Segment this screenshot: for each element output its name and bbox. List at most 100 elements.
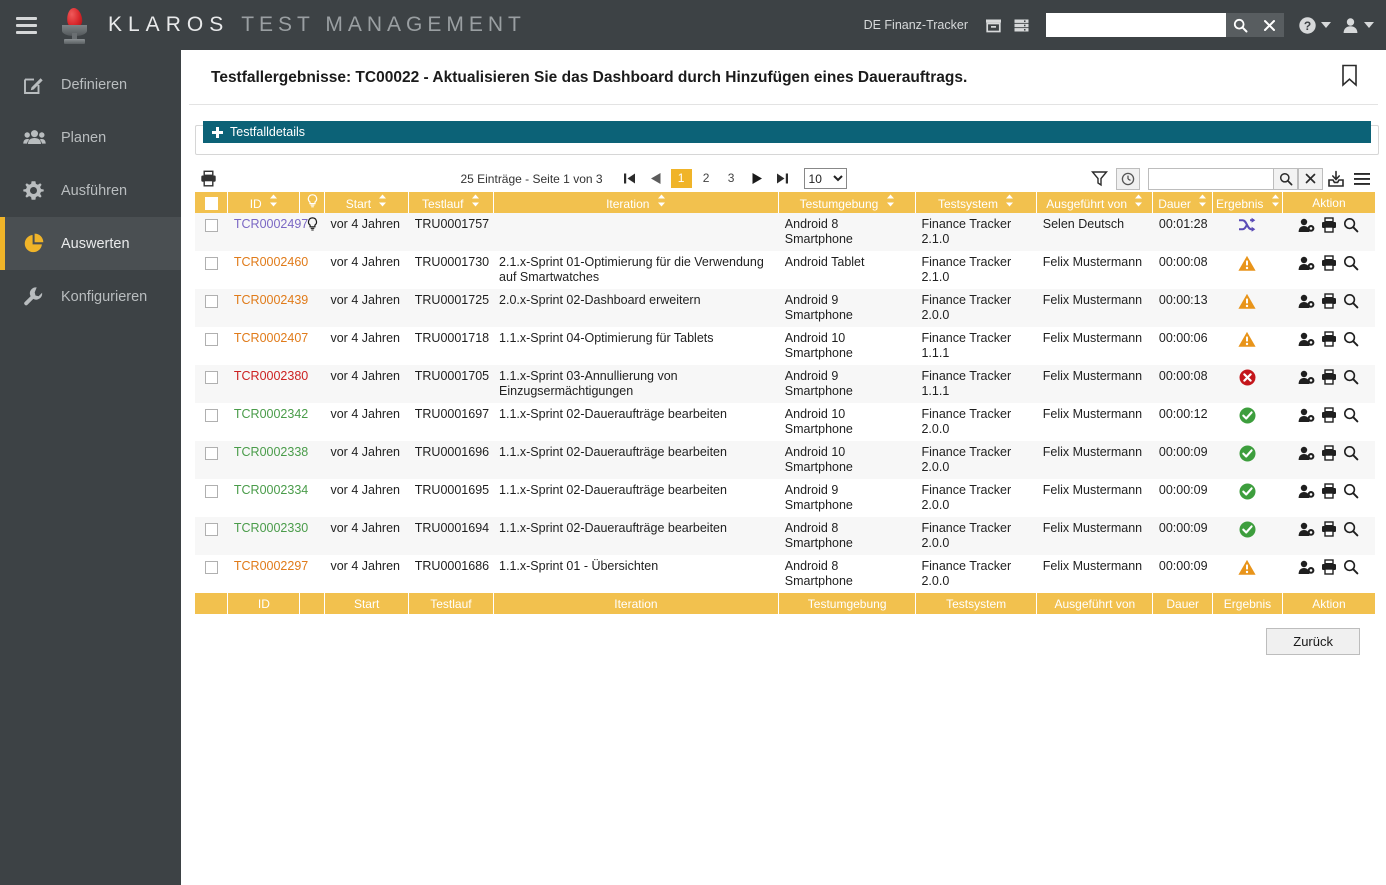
bookmark-icon[interactable] bbox=[1341, 64, 1358, 92]
funnel-icon[interactable] bbox=[1086, 168, 1112, 190]
clock-icon[interactable] bbox=[1116, 167, 1140, 190]
cell-testsystem[interactable]: Finance Tracker 2.0.0 bbox=[915, 289, 1036, 327]
cell-testlauf[interactable]: TRU0001725 bbox=[409, 289, 493, 327]
cell-ausgefuehrt-von[interactable]: Felix Mustermann bbox=[1037, 479, 1153, 517]
page-button-3[interactable]: 3 bbox=[721, 169, 742, 188]
testcase-result-id-link[interactable]: TCR0002297 bbox=[234, 559, 308, 573]
cell-iteration[interactable]: 2.0.x-Sprint 02-Dashboard erweitern bbox=[493, 289, 779, 327]
page-button-2[interactable]: 2 bbox=[696, 169, 717, 188]
cell-testlauf[interactable]: TRU0001686 bbox=[409, 555, 493, 593]
magnifier-icon[interactable] bbox=[1343, 369, 1359, 389]
cell-id[interactable]: TCR0002497 bbox=[228, 213, 308, 251]
user-gear-icon[interactable] bbox=[1298, 294, 1315, 313]
testcase-result-id-link[interactable]: TCR0002342 bbox=[234, 407, 308, 421]
row-select-cell[interactable] bbox=[195, 365, 228, 403]
print-icon[interactable] bbox=[1321, 521, 1337, 541]
testcase-result-id-link[interactable]: TCR0002338 bbox=[234, 445, 308, 459]
print-icon[interactable] bbox=[1321, 483, 1337, 503]
cell-testumgebung[interactable]: Android 8 Smartphone bbox=[779, 213, 916, 251]
header-ausgefuehrt-von[interactable]: Ausgeführt von bbox=[1036, 192, 1154, 213]
print-icon[interactable] bbox=[1321, 293, 1337, 313]
hamburger-menu-icon[interactable] bbox=[0, 0, 52, 50]
header-select-all[interactable] bbox=[195, 192, 229, 213]
user-gear-icon[interactable] bbox=[1298, 218, 1315, 237]
cell-ausgefuehrt-von[interactable]: Felix Mustermann bbox=[1037, 327, 1153, 365]
cell-testumgebung[interactable]: Android 10 Smartphone bbox=[779, 403, 916, 441]
sidebar-item-definieren[interactable]: Definieren bbox=[0, 58, 181, 111]
row-checkbox[interactable] bbox=[204, 523, 218, 536]
row-checkbox[interactable] bbox=[204, 333, 218, 346]
cell-testsystem[interactable]: Finance Tracker 2.0.0 bbox=[915, 479, 1036, 517]
table-row[interactable]: TCR0002330 vor 4 Jahren TRU0001694 1.1.x-Sp… bbox=[195, 517, 1375, 555]
print-icon[interactable] bbox=[1321, 255, 1337, 275]
cell-testlauf[interactable]: TRU0001694 bbox=[409, 517, 493, 555]
cell-ausgefuehrt-von[interactable]: Felix Mustermann bbox=[1037, 289, 1153, 327]
print-icon[interactable] bbox=[1321, 331, 1337, 351]
magnifier-icon[interactable] bbox=[1343, 483, 1359, 503]
cell-iteration[interactable]: 2.1.x-Sprint 01-Optimierung für die Verw… bbox=[493, 251, 779, 289]
print-icon[interactable] bbox=[1321, 445, 1337, 465]
cell-testsystem[interactable]: Finance Tracker 1.1.1 bbox=[915, 365, 1036, 403]
table-row[interactable]: TCR0002338 vor 4 Jahren TRU0001696 1.1.x-Sp… bbox=[195, 441, 1375, 479]
cell-testumgebung[interactable]: Android 10 Smartphone bbox=[779, 327, 916, 365]
cell-iteration[interactable]: 1.1.x-Sprint 02-Daueraufträge bearbeiten bbox=[493, 441, 779, 479]
table-row[interactable]: TCR0002407 vor 4 Jahren TRU0001718 1.1.x-Sp… bbox=[195, 327, 1375, 365]
magnifier-icon[interactable] bbox=[1343, 255, 1359, 275]
cell-iteration[interactable]: 1.1.x-Sprint 02-Daueraufträge bearbeiten bbox=[493, 403, 779, 441]
user-menu[interactable] bbox=[1341, 16, 1374, 35]
user-gear-icon[interactable] bbox=[1298, 332, 1315, 351]
cell-testlauf[interactable]: TRU0001730 bbox=[409, 251, 493, 289]
cell-iteration[interactable]: 1.1.x-Sprint 01 - Übersichten bbox=[493, 555, 779, 593]
user-gear-icon[interactable] bbox=[1298, 560, 1315, 579]
cell-aktion[interactable] bbox=[1282, 517, 1375, 555]
row-checkbox[interactable] bbox=[204, 295, 218, 308]
cell-id[interactable]: TCR0002297 bbox=[228, 555, 308, 593]
user-gear-icon[interactable] bbox=[1298, 370, 1315, 389]
magnifier-icon[interactable] bbox=[1343, 293, 1359, 313]
next-page-icon[interactable] bbox=[744, 167, 770, 191]
magnifier-icon[interactable] bbox=[1343, 217, 1359, 237]
row-select-cell[interactable] bbox=[195, 479, 228, 517]
testcase-details-toggle[interactable]: Testfalldetails bbox=[203, 121, 1371, 143]
print-icon[interactable] bbox=[1321, 217, 1337, 237]
testcase-result-id-link[interactable]: TCR0002407 bbox=[234, 331, 308, 345]
row-checkbox[interactable] bbox=[204, 485, 218, 498]
row-checkbox[interactable] bbox=[204, 219, 218, 232]
row-select-cell[interactable] bbox=[195, 555, 228, 593]
cell-testsystem[interactable]: Finance Tracker 2.0.0 bbox=[915, 441, 1036, 479]
cell-ausgefuehrt-von[interactable]: Felix Mustermann bbox=[1037, 441, 1153, 479]
row-select-cell[interactable] bbox=[195, 327, 228, 365]
archive-icon[interactable] bbox=[980, 10, 1006, 40]
header-ergebnis[interactable]: Ergebnis bbox=[1212, 192, 1283, 213]
cell-id[interactable]: TCR0002380 bbox=[228, 365, 308, 403]
row-select-cell[interactable] bbox=[195, 517, 228, 555]
cell-aktion[interactable] bbox=[1282, 213, 1375, 251]
sidebar-item-planen[interactable]: Planen bbox=[0, 111, 181, 164]
cell-aktion[interactable] bbox=[1282, 365, 1375, 403]
cell-id[interactable]: TCR0002407 bbox=[228, 327, 308, 365]
export-icon[interactable] bbox=[1323, 168, 1349, 190]
cell-testumgebung[interactable]: Android 9 Smartphone bbox=[779, 479, 916, 517]
cell-testumgebung[interactable]: Android 10 Smartphone bbox=[779, 441, 916, 479]
magnifier-icon[interactable] bbox=[1343, 445, 1359, 465]
row-checkbox[interactable] bbox=[204, 371, 218, 384]
cell-iteration[interactable]: 1.1.x-Sprint 02-Daueraufträge bearbeiten bbox=[493, 479, 779, 517]
header-testumgebung[interactable]: Testumgebung bbox=[778, 192, 916, 213]
database-icon[interactable] bbox=[1008, 10, 1034, 40]
user-gear-icon[interactable] bbox=[1298, 522, 1315, 541]
row-checkbox[interactable] bbox=[204, 447, 218, 460]
cell-testsystem[interactable]: Finance Tracker 2.1.0 bbox=[915, 213, 1036, 251]
cell-id[interactable]: TCR0002338 bbox=[228, 441, 308, 479]
first-page-icon[interactable] bbox=[617, 167, 643, 191]
global-search-button[interactable] bbox=[1226, 13, 1255, 37]
row-checkbox[interactable] bbox=[204, 257, 218, 270]
cell-iteration[interactable]: 1.1.x-Sprint 02-Daueraufträge bearbeiten bbox=[493, 517, 779, 555]
user-gear-icon[interactable] bbox=[1298, 484, 1315, 503]
cell-ausgefuehrt-von[interactable]: Felix Mustermann bbox=[1037, 555, 1153, 593]
sidebar-item-konfigurieren[interactable]: Konfigurieren bbox=[0, 270, 181, 323]
cell-testumgebung[interactable]: Android 8 Smartphone bbox=[779, 517, 916, 555]
table-row[interactable]: TCR0002497 vor 4 Jahren TRU0001757 Android … bbox=[195, 213, 1375, 251]
cell-id[interactable]: TCR0002460 bbox=[228, 251, 308, 289]
table-row[interactable]: TCR0002439 vor 4 Jahren TRU0001725 2.0.x-Sp… bbox=[195, 289, 1375, 327]
table-clear-icon[interactable] bbox=[1298, 167, 1323, 190]
